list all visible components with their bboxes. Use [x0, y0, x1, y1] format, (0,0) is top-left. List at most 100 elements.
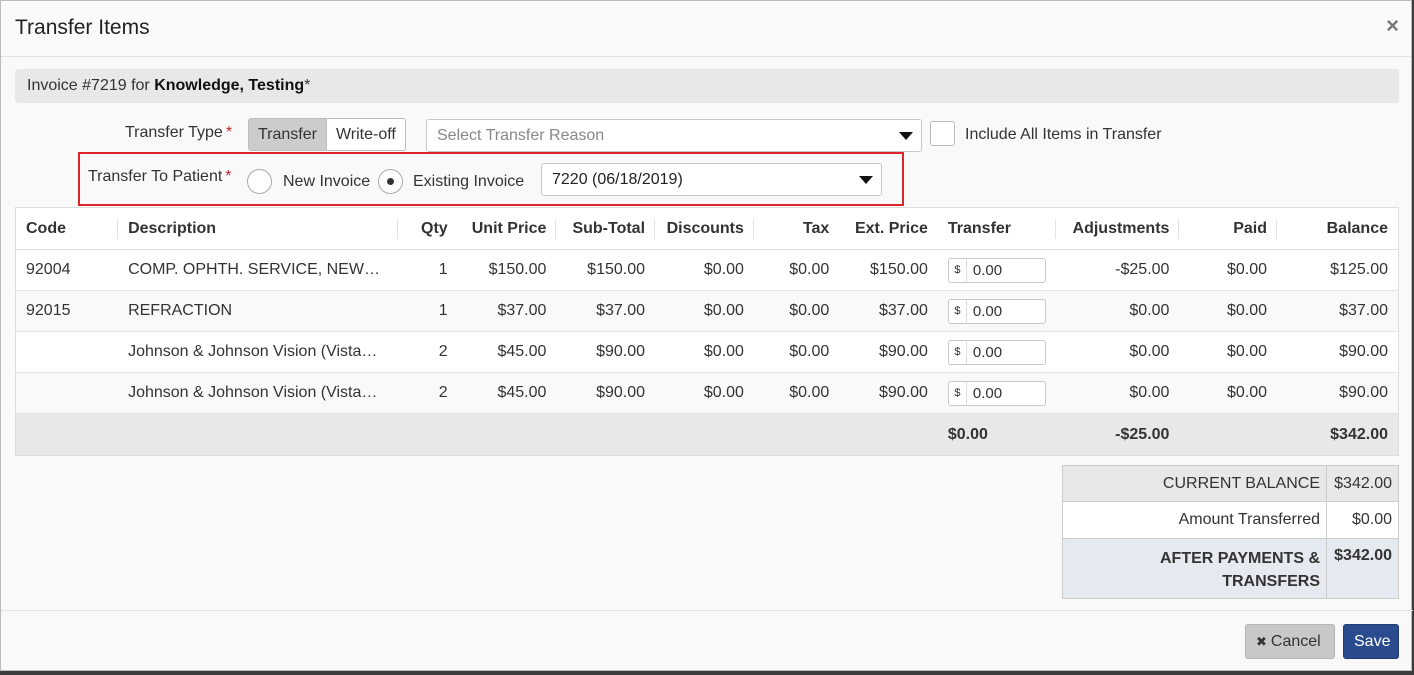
cell-adjustments: -$25.00: [1055, 249, 1180, 291]
amount-transferred-row: Amount Transferred $0.00: [1062, 501, 1399, 539]
cell-discounts: $0.00: [655, 331, 754, 373]
cell-tax: $0.00: [753, 372, 840, 414]
col-balance: Balance: [1277, 207, 1399, 250]
amount-transferred-value: $0.00: [1326, 501, 1399, 539]
transfer-type-writeoff-button[interactable]: Write-off: [327, 119, 405, 150]
total-balance: $342.00: [1277, 413, 1399, 456]
new-invoice-radio[interactable]: [247, 169, 272, 194]
cell-ext-price: $90.00: [839, 372, 938, 414]
existing-invoice-select[interactable]: 7220 (06/18/2019): [541, 163, 882, 196]
cell-ext-price: $37.00: [839, 290, 938, 332]
invoice-prefix: Invoice #7219 for: [27, 77, 150, 94]
cell-description: Johnson & Johnson Vision (Vista…: [128, 342, 378, 360]
after-payments-label-line2: TRANSFERS: [1222, 573, 1320, 590]
include-all-checkbox[interactable]: [930, 121, 955, 146]
cell-subtotal: $90.00: [556, 331, 656, 373]
cancel-label: Cancel: [1270, 633, 1321, 650]
cell-tax: $0.00: [753, 331, 840, 373]
col-code: Code: [15, 207, 119, 250]
table-row: Johnson & Johnson Vision (Vista… 2 $45.0…: [15, 372, 1399, 414]
include-all-label: Include All Items in Transfer: [965, 126, 1162, 143]
col-unit-price: Unit Price: [457, 207, 557, 250]
current-balance-label: CURRENT BALANCE: [1062, 465, 1327, 502]
cell-description: COMP. OPHTH. SERVICE, NEW…: [128, 260, 380, 278]
existing-invoice-value: 7220 (06/18/2019): [552, 171, 683, 188]
total-adjustments: -$25.00: [1055, 413, 1180, 456]
col-paid: Paid: [1179, 207, 1277, 250]
balance-summary: CURRENT BALANCE $342.00 Amount Transferr…: [1062, 465, 1399, 599]
cell-balance: $37.00: [1277, 290, 1399, 332]
after-payments-value: $342.00: [1326, 538, 1399, 599]
dollar-addon: $: [948, 381, 967, 405]
cancel-button[interactable]: ✖ Cancel: [1245, 624, 1335, 659]
modal-header: Transfer Items ×: [1, 1, 1411, 57]
after-payments-row: AFTER PAYMENTS & TRANSFERS $342.00: [1062, 538, 1399, 599]
required-mark: *: [225, 124, 233, 141]
existing-invoice-label: Existing Invoice: [413, 173, 525, 190]
transfer-reason-placeholder: Select Transfer Reason: [437, 127, 605, 144]
cell-code: [15, 331, 119, 373]
transfer-type-transfer-button[interactable]: Transfer: [249, 119, 327, 150]
chevron-down-icon: [899, 132, 913, 140]
transfer-items-table: Code Description Qty Unit Price Sub-Tota…: [15, 207, 1399, 456]
new-invoice-label: New Invoice: [283, 173, 371, 190]
amount-transferred-label: Amount Transferred: [1062, 501, 1327, 539]
cell-adjustments: $0.00: [1055, 372, 1180, 414]
cell-adjustments: $0.00: [1055, 290, 1180, 332]
transfer-type-label: Transfer Type *: [125, 124, 232, 142]
transfer-to-label-text: Transfer To Patient: [88, 168, 223, 185]
cell-qty: 2: [397, 331, 458, 373]
col-adjustments: Adjustments: [1055, 207, 1180, 250]
cell-balance: $90.00: [1277, 372, 1399, 414]
cell-description: Johnson & Johnson Vision (Vista…: [128, 383, 378, 401]
transfer-amount-input[interactable]: $0.00: [947, 339, 1046, 365]
cell-qty: 2: [397, 372, 458, 414]
existing-invoice-radio[interactable]: [378, 169, 403, 194]
cell-discounts: $0.00: [655, 290, 754, 332]
chevron-down-icon: [859, 176, 873, 184]
cell-code: 92004: [15, 249, 119, 291]
cell-subtotal: $150.00: [556, 249, 656, 291]
cell-unit-price: $45.00: [457, 331, 557, 373]
cell-code: [15, 372, 119, 414]
cell-paid: $0.00: [1179, 372, 1277, 414]
cell-tax: $0.00: [753, 249, 840, 291]
after-payments-label: AFTER PAYMENTS & TRANSFERS: [1062, 538, 1327, 599]
col-subtotal: Sub-Total: [556, 207, 656, 250]
cell-unit-price: $45.00: [457, 372, 557, 414]
transfer-type-toggle: Transfer Write-off: [248, 118, 406, 151]
footer-divider: [1, 610, 1413, 611]
cell-paid: $0.00: [1179, 249, 1277, 291]
close-icon: ✖: [1256, 634, 1267, 649]
transfer-amount-value: 0.00: [972, 384, 1003, 402]
transfer-amount-value: 0.00: [972, 343, 1003, 361]
patient-name: Knowledge, Testing: [154, 77, 305, 94]
cell-adjustments: $0.00: [1055, 331, 1180, 373]
dollar-addon: $: [948, 258, 967, 282]
cell-unit-price: $150.00: [457, 249, 557, 291]
col-ext-price: Ext. Price: [839, 207, 938, 250]
transfer-to-label: Transfer To Patient *: [88, 168, 232, 186]
transfer-type-label-text: Transfer Type: [125, 124, 223, 141]
total-transfer: $0.00: [937, 413, 1056, 456]
cell-discounts: $0.00: [655, 249, 754, 291]
current-balance-value: $342.00: [1326, 465, 1399, 502]
cell-paid: $0.00: [1179, 331, 1277, 373]
transfer-amount-input[interactable]: $0.00: [947, 298, 1046, 324]
close-icon[interactable]: ×: [1386, 13, 1399, 39]
cell-balance: $125.00: [1277, 249, 1399, 291]
transfer-amount-input[interactable]: $0.00: [947, 380, 1046, 406]
transfer-items-modal: Transfer Items × Invoice #7219 for Knowl…: [0, 0, 1413, 671]
cell-discounts: $0.00: [655, 372, 754, 414]
col-transfer: Transfer: [937, 207, 1056, 250]
transfer-amount-value: 0.00: [972, 302, 1003, 320]
invoice-suffix: *: [304, 77, 311, 94]
table-row: 92015 REFRACTION 1 $37.00 $37.00 $0.00 $…: [15, 290, 1399, 332]
transfer-amount-input[interactable]: $0.00: [947, 257, 1046, 283]
dollar-addon: $: [948, 340, 967, 364]
cell-paid: $0.00: [1179, 290, 1277, 332]
col-qty: Qty: [397, 207, 458, 250]
save-button[interactable]: Save: [1343, 624, 1399, 659]
transfer-reason-select[interactable]: Select Transfer Reason: [426, 119, 922, 152]
cell-balance: $90.00: [1277, 331, 1399, 373]
